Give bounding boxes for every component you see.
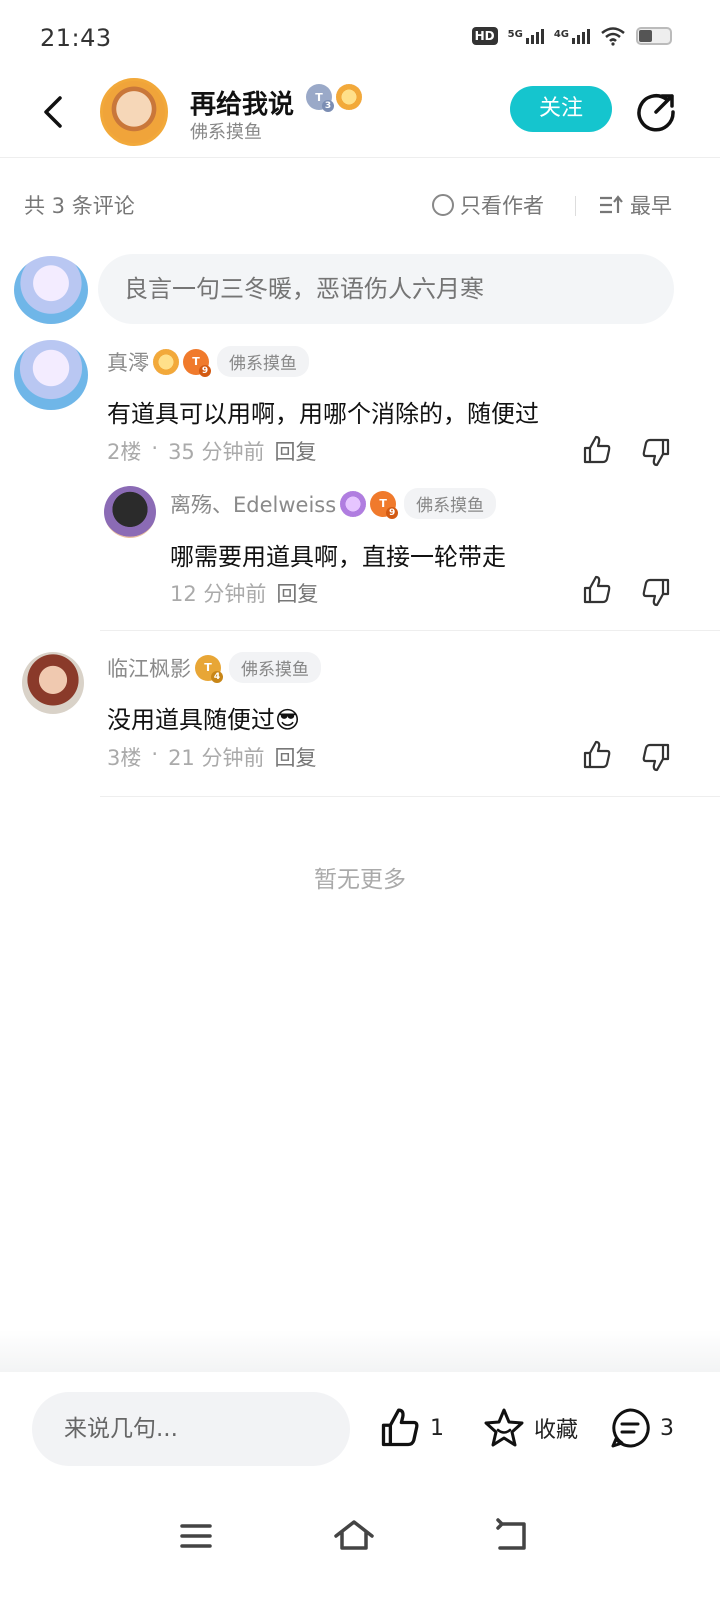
- comment-count: 共 3 条评论: [24, 194, 135, 218]
- commenter-name[interactable]: 真澪: [107, 347, 149, 377]
- status-bar: 21:43 HD 5G 4G: [0, 0, 720, 78]
- replier-name[interactable]: 离殇、Edelweiss: [170, 489, 336, 519]
- comment-1-author[interactable]: 真澪 T9 佛系摸鱼: [107, 346, 309, 377]
- meta-dot: ·: [151, 742, 159, 766]
- emblem-icon: [153, 348, 179, 375]
- wifi-icon: [601, 27, 625, 46]
- star-icon: [484, 1408, 524, 1447]
- like-button[interactable]: 1: [378, 1406, 444, 1450]
- author-avatar[interactable]: [100, 78, 168, 146]
- commenter-avatar[interactable]: [22, 652, 84, 714]
- only-author-label: 只看作者: [460, 194, 544, 218]
- comment-count: 3: [660, 1415, 674, 1441]
- level-badge-icon: T9: [183, 348, 211, 377]
- like-count: 1: [430, 1415, 444, 1441]
- follow-button[interactable]: 关注: [510, 86, 612, 132]
- reply-1-author[interactable]: 离殇、Edelweiss T9 佛系摸鱼: [170, 488, 497, 519]
- sort-icon: [600, 195, 623, 214]
- say-something-input[interactable]: 来说几句...: [32, 1392, 350, 1466]
- collect-label: 收藏: [534, 1418, 579, 1443]
- post-header: 再给我说 T3 佛系摸鱼 关注: [0, 78, 720, 158]
- menu-icon[interactable]: [172, 1512, 220, 1560]
- only-author-toggle[interactable]: 只看作者: [432, 190, 544, 220]
- share-icon[interactable]: [634, 90, 678, 134]
- back-nav-icon[interactable]: [488, 1512, 536, 1560]
- user-tag: 佛系摸鱼: [229, 652, 321, 683]
- comment-input[interactable]: [98, 254, 674, 324]
- user-tag: 佛系摸鱼: [404, 488, 497, 519]
- comments-toolbar: 共 3 条评论 只看作者 最早: [24, 186, 676, 224]
- thumbs-up-icon: [381, 1408, 419, 1447]
- my-avatar: [14, 256, 88, 324]
- divider: [100, 796, 720, 797]
- thumbs-up-icon[interactable]: [581, 434, 613, 466]
- level-badge-icon: T9: [370, 490, 399, 519]
- signal-4g-icon: 4G: [554, 28, 590, 44]
- battery-icon: [636, 27, 672, 45]
- reply-text: 哪需要用道具啊，直接一轮带走: [170, 543, 506, 571]
- signal-5g-icon: 5G: [508, 28, 544, 44]
- emblem-icon: [336, 84, 362, 110]
- author-badges: T3: [306, 84, 362, 112]
- reply-time: 12 分钟前: [170, 582, 267, 606]
- thumbs-down-icon[interactable]: [640, 436, 672, 468]
- comment-meta: 3楼 · 21 分钟前 回复: [107, 742, 316, 772]
- reply-meta: 12 分钟前 回复: [170, 578, 318, 608]
- thumbs-down-icon[interactable]: [640, 741, 672, 773]
- thumbs-up-icon[interactable]: [581, 739, 613, 771]
- system-nav-bar: [0, 1488, 720, 1600]
- level-badge-icon: T3: [306, 84, 334, 112]
- reply-button[interactable]: 回复: [276, 578, 318, 608]
- reply-button[interactable]: 回复: [274, 436, 316, 466]
- sort-button[interactable]: 最早: [598, 190, 672, 220]
- radio-icon: [432, 194, 454, 216]
- floor-number: 2楼: [107, 440, 142, 464]
- author-subtitle: 佛系摸鱼: [190, 122, 262, 143]
- no-more-label: 暂无更多: [314, 867, 406, 893]
- bottom-action-bar: 来说几句... 1 收藏 3: [0, 1372, 720, 1488]
- comment-bubble-icon: [611, 1408, 650, 1448]
- reply-button[interactable]: 回复: [274, 742, 316, 772]
- thumbs-down-icon[interactable]: [640, 576, 672, 608]
- level-badge-icon: T4: [195, 654, 223, 683]
- divider: [575, 196, 576, 216]
- comment-time: 21 分钟前: [168, 746, 265, 770]
- divider: [100, 630, 720, 631]
- thumbs-up-icon[interactable]: [581, 574, 613, 606]
- back-icon[interactable]: [36, 92, 76, 132]
- commenter-avatar[interactable]: [14, 340, 88, 410]
- comment-meta: 2楼 · 35 分钟前 回复: [107, 436, 316, 466]
- comment-text-body: 没用道具随便过: [107, 706, 275, 734]
- bottom-fade: [0, 1330, 720, 1374]
- floor-number: 3楼: [107, 746, 142, 770]
- sort-label: 最早: [630, 194, 672, 218]
- hd-icon: HD: [471, 27, 498, 45]
- sunglasses-emoji: 😎: [275, 706, 301, 734]
- meta-dot: ·: [151, 436, 159, 460]
- home-icon[interactable]: [330, 1512, 378, 1560]
- comment-text: 没用道具随便过😎: [107, 700, 300, 735]
- replier-avatar[interactable]: [104, 486, 156, 538]
- comment-time: 35 分钟前: [168, 440, 265, 464]
- author-name[interactable]: 再给我说: [190, 84, 294, 121]
- commenter-name[interactable]: 临江枫影: [107, 653, 191, 683]
- collect-button[interactable]: 收藏: [482, 1406, 578, 1450]
- user-tag: 佛系摸鱼: [217, 346, 309, 377]
- emblem-icon: [340, 490, 367, 517]
- comment-text: 有道具可以用啊，用哪个消除的，随便过: [107, 400, 539, 428]
- comment-2-author[interactable]: 临江枫影 T4 佛系摸鱼: [107, 652, 321, 683]
- status-icons: HD 5G 4G: [471, 26, 672, 46]
- status-time: 21:43: [40, 24, 112, 52]
- comment-button[interactable]: 3: [608, 1406, 674, 1450]
